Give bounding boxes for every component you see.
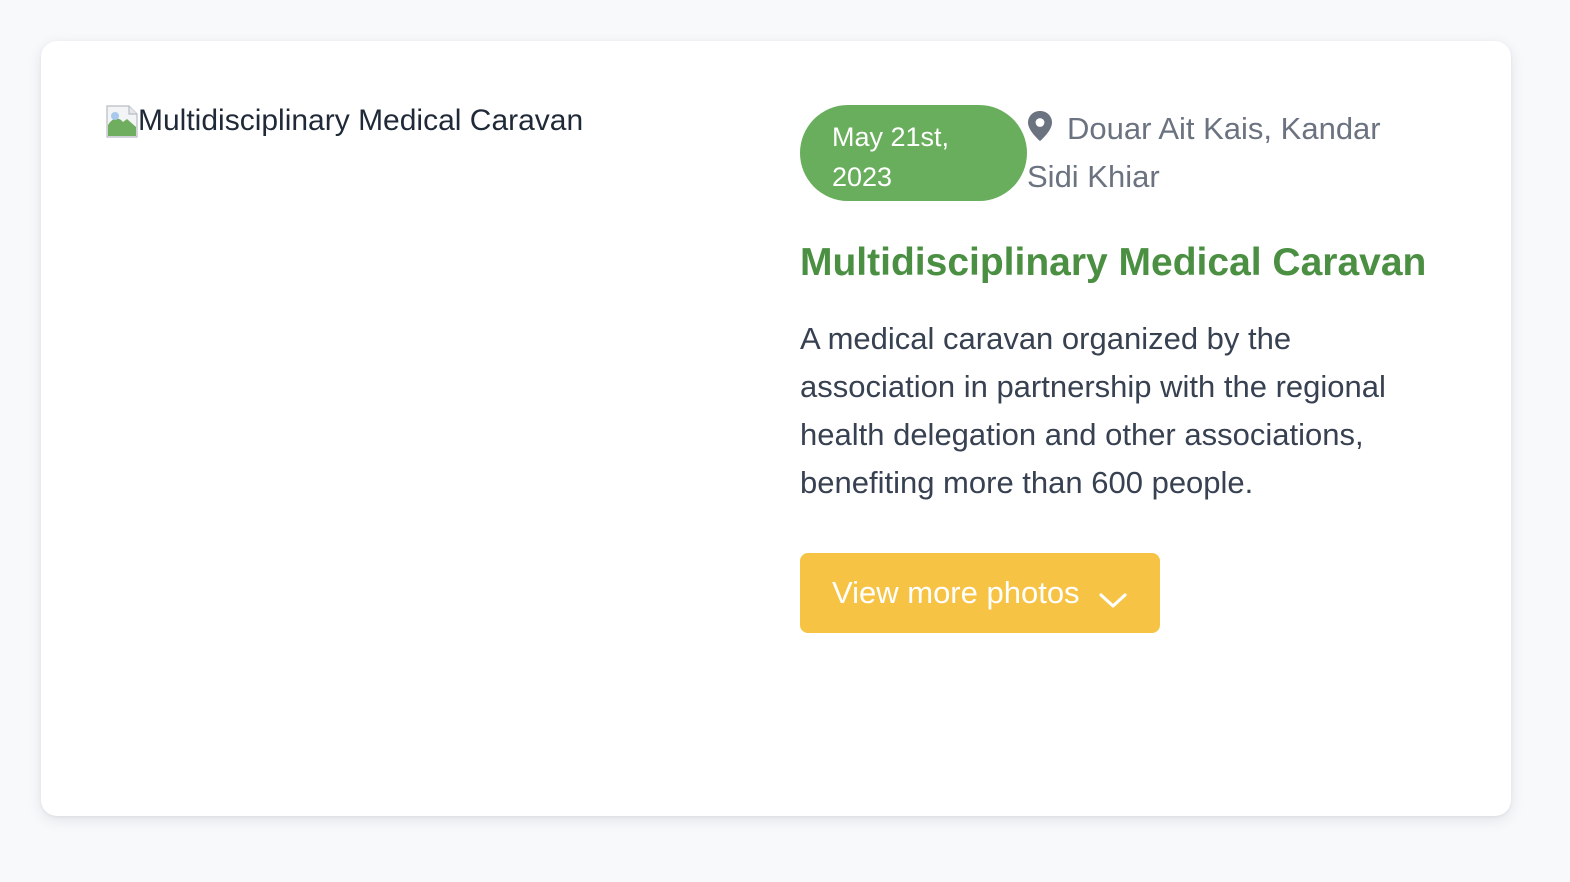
button-label: View more photos [832, 575, 1080, 610]
event-meta: May 21st, 2023 Douar Ait Kais, Kandar Si… [800, 105, 1450, 201]
broken-image-icon [105, 105, 138, 138]
event-card: Multidisciplinary Medical Caravan May 21… [41, 41, 1511, 816]
view-more-photos-button[interactable]: View more photos [800, 553, 1160, 633]
event-description: A medical caravan organized by the assoc… [800, 321, 1386, 500]
event-title: Multidisciplinary Medical Caravan [800, 241, 1427, 284]
chevron-down-icon [1098, 583, 1128, 608]
event-image: Multidisciplinary Medical Caravan [105, 104, 745, 145]
event-details: May 21st, 2023 Douar Ait Kais, Kandar Si… [800, 105, 1450, 633]
location-text: Douar Ait Kais, Kandar Sidi Khiar [1027, 111, 1381, 194]
image-alt-text: Multidisciplinary Medical Caravan [138, 104, 584, 137]
event-location: Douar Ait Kais, Kandar Sidi Khiar [1027, 105, 1422, 201]
map-pin-icon [1027, 108, 1053, 141]
date-badge: May 21st, 2023 [800, 105, 1027, 201]
